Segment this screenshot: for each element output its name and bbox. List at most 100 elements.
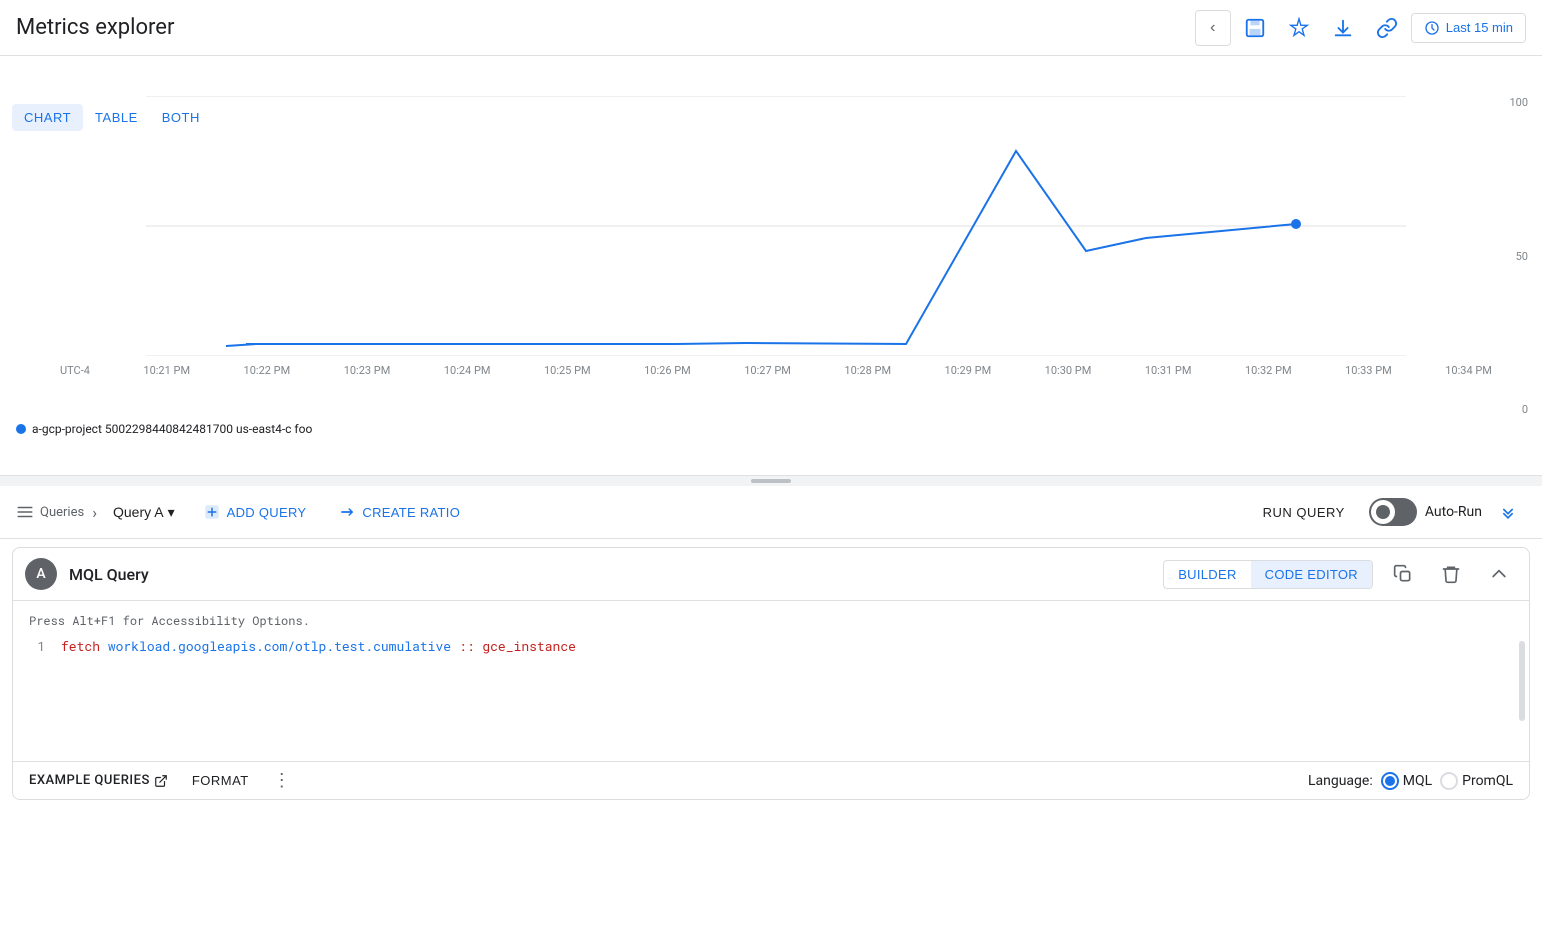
back-button[interactable]: ‹	[1195, 10, 1231, 46]
mql-radio-circle	[1381, 772, 1399, 790]
code-separator: ::	[459, 637, 475, 655]
create-ratio-button[interactable]: CREATE RATIO	[326, 497, 472, 527]
tab-both[interactable]: BOTH	[150, 104, 212, 131]
x-label-1028: 10:28 PM	[844, 364, 891, 377]
chart-legend: a-gcp-project 5002298440842481700 us-eas…	[0, 416, 1542, 442]
x-label-1025: 10:25 PM	[544, 364, 591, 377]
legend-dot	[16, 424, 26, 434]
code-content[interactable]: fetch workload.googleapis.com/otlp.test.…	[61, 637, 576, 655]
link-icon	[1376, 17, 1398, 39]
chevron-up-icon	[1489, 564, 1509, 584]
y-label-50: 50	[1509, 250, 1528, 263]
editor-section: A MQL Query BUILDER CODE EDITOR Press Al…	[12, 547, 1530, 800]
x-label-1032: 10:32 PM	[1245, 364, 1292, 377]
y-label-100: 100	[1509, 96, 1528, 109]
x-label-1022: 10:22 PM	[244, 364, 291, 377]
code-resource: gce_instance	[482, 637, 576, 655]
x-label-1033: 10:33 PM	[1345, 364, 1392, 377]
header-actions: ‹	[1195, 8, 1526, 48]
x-label-1027: 10:27 PM	[744, 364, 791, 377]
hamburger-icon	[16, 503, 34, 521]
save-icon	[1244, 17, 1266, 39]
builder-tab[interactable]: BUILDER	[1164, 561, 1250, 588]
add-icon	[203, 503, 221, 521]
download-icon	[1332, 17, 1354, 39]
x-label-utc: UTC-4	[60, 364, 90, 377]
collapse-queries-button[interactable]	[1490, 494, 1526, 530]
divider-handle[interactable]	[0, 476, 1542, 486]
chart-y-labels: 100 50 0	[1509, 96, 1528, 416]
chart-section: CHART TABLE BOTH 100 50 0 UTC-4 10:21 PM	[0, 96, 1542, 476]
query-toolbar: Queries › Query A ▾ ADD QUERY CREATE RAT…	[0, 486, 1542, 539]
add-query-button[interactable]: ADD QUERY	[191, 497, 319, 527]
clock-icon	[1424, 20, 1440, 36]
code-editor-tab[interactable]: CODE EDITOR	[1251, 561, 1372, 588]
more-options-button[interactable]: ⋮	[273, 770, 291, 791]
view-tabs: CHART TABLE BOTH	[0, 96, 224, 131]
toggle-track	[1369, 498, 1417, 526]
line-number: 1	[29, 637, 45, 655]
back-icon: ‹	[1210, 19, 1215, 37]
page-title: Metrics explorer	[16, 15, 174, 40]
header: Metrics explorer ‹	[0, 0, 1542, 56]
delete-button[interactable]	[1433, 556, 1469, 592]
mql-radio[interactable]: MQL	[1381, 772, 1432, 790]
x-label-1030: 10:30 PM	[1045, 364, 1092, 377]
mql-radio-inner	[1385, 776, 1395, 786]
code-keyword: fetch	[61, 637, 100, 655]
toggle-thumb	[1371, 500, 1395, 524]
language-selector: Language: MQL PromQL	[1308, 772, 1513, 790]
breadcrumb-chevron-icon: ›	[92, 503, 97, 522]
time-range-button[interactable]: Last 15 min	[1411, 13, 1526, 43]
delete-icon	[1441, 564, 1461, 584]
chart-svg	[60, 96, 1492, 356]
copy-button[interactable]	[1385, 556, 1421, 592]
copy-icon	[1393, 564, 1413, 584]
promql-radio[interactable]: PromQL	[1440, 772, 1513, 790]
external-link-icon	[154, 774, 168, 788]
magic-icon	[1288, 17, 1310, 39]
chart-canvas: 100 50 0 UTC-4 10:21 PM 10:22 PM 10:23 P…	[0, 96, 1542, 416]
magic-button[interactable]	[1279, 8, 1319, 48]
code-scrollbar[interactable]	[1519, 641, 1525, 721]
link-button[interactable]	[1367, 8, 1407, 48]
query-badge: A	[25, 558, 57, 590]
promql-radio-circle	[1440, 772, 1458, 790]
download-button[interactable]	[1323, 8, 1363, 48]
x-label-1026: 10:26 PM	[644, 364, 691, 377]
query-name-button[interactable]: Query A ▾	[105, 500, 183, 525]
code-editor[interactable]: Press Alt+F1 for Accessibility Options. …	[13, 601, 1529, 761]
code-url: workload.googleapis.com/otlp.test.cumula…	[108, 637, 451, 655]
queries-label[interactable]: Queries	[16, 503, 84, 521]
ratio-icon	[338, 503, 356, 521]
editor-footer: EXAMPLE QUERIES FORMAT ⋮ Language: MQL P…	[13, 761, 1529, 799]
promql-label: PromQL	[1462, 773, 1513, 789]
chart-x-axis: UTC-4 10:21 PM 10:22 PM 10:23 PM 10:24 P…	[60, 364, 1492, 377]
collapse-editor-button[interactable]	[1481, 556, 1517, 592]
editor-header: A MQL Query BUILDER CODE EDITOR	[13, 548, 1529, 601]
run-query-button[interactable]: RUN QUERY	[1247, 499, 1361, 526]
tab-chart[interactable]: CHART	[12, 104, 83, 131]
x-label-1024: 10:24 PM	[444, 364, 491, 377]
toggle-switch[interactable]	[1369, 498, 1417, 526]
time-range-label: Last 15 min	[1446, 20, 1513, 35]
collapse-icon	[1498, 502, 1518, 522]
legend-label: a-gcp-project 5002298440842481700 us-eas…	[32, 422, 312, 436]
auto-run-toggle: Auto-Run	[1369, 498, 1482, 526]
code-line: 1 fetch workload.googleapis.com/otlp.tes…	[29, 637, 1513, 655]
format-button[interactable]: FORMAT	[192, 773, 249, 788]
chevron-down-icon: ▾	[168, 504, 175, 521]
language-label: Language:	[1308, 773, 1373, 789]
code-hint: Press Alt+F1 for Accessibility Options.	[29, 613, 1513, 629]
divider-handle-bar	[751, 479, 791, 483]
x-label-1023: 10:23 PM	[344, 364, 391, 377]
save-button[interactable]	[1235, 8, 1275, 48]
pause-icon	[1376, 505, 1390, 519]
y-label-0: 0	[1509, 403, 1528, 416]
tab-table[interactable]: TABLE	[83, 104, 150, 131]
x-label-1034: 10:34 PM	[1445, 364, 1492, 377]
example-queries-link[interactable]: EXAMPLE QUERIES	[29, 773, 168, 788]
x-label-1031: 10:31 PM	[1145, 364, 1192, 377]
x-label-1029: 10:29 PM	[945, 364, 992, 377]
editor-title: MQL Query	[69, 565, 1151, 584]
